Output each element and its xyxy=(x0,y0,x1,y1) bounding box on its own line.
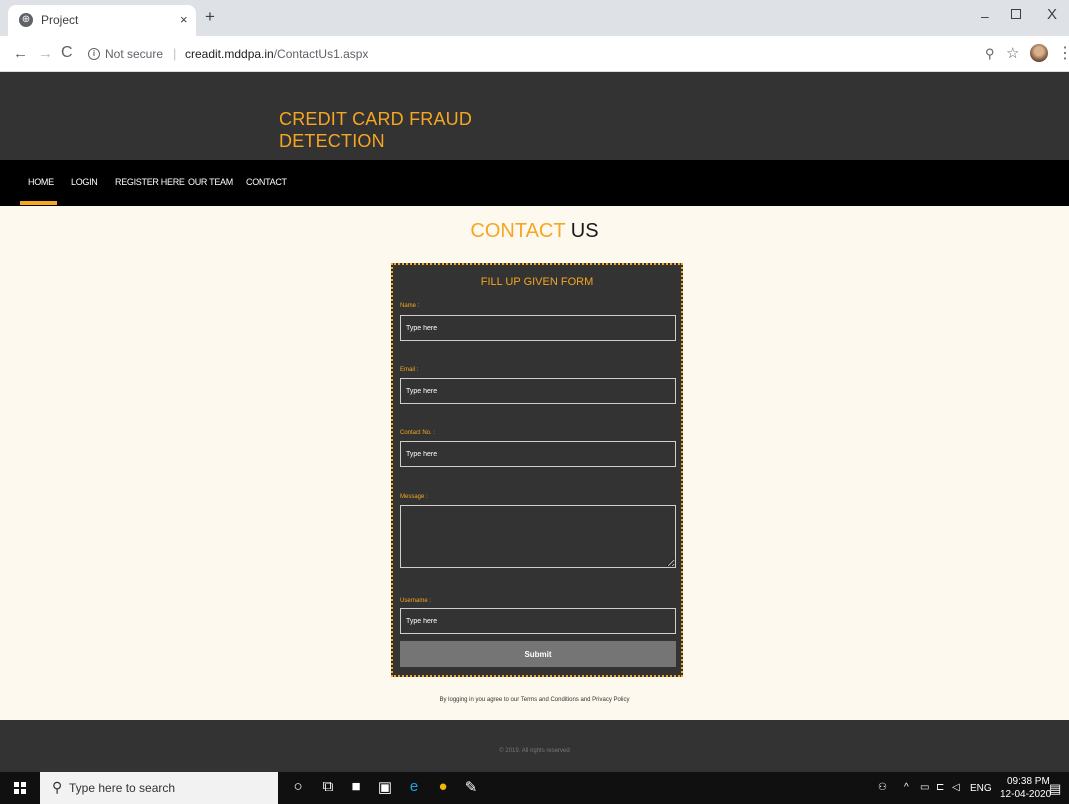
forward-arrow-icon[interactable]: → xyxy=(38,45,53,62)
windows-taskbar: ⚲ Type here to search ○ ⧉ ■ ▣ e ● ✎ ⚇ ^ … xyxy=(0,772,1069,804)
nav-home[interactable]: HOME xyxy=(28,177,54,187)
minimize-window-button[interactable]: – xyxy=(981,8,989,24)
message-field[interactable] xyxy=(400,505,676,568)
browser-address-bar: ← → C i Not secure | creadit.mddpa.in/Co… xyxy=(0,36,1069,72)
url-separator: | xyxy=(173,46,177,61)
new-tab-button[interactable]: + xyxy=(205,8,215,26)
zoom-icon[interactable]: ⚲ xyxy=(985,46,995,62)
clock-time[interactable]: 09:38 PM xyxy=(1007,776,1050,787)
close-tab-icon[interactable]: × xyxy=(180,12,188,27)
form-title: FILL UP GIVEN FORM xyxy=(480,276,594,288)
task-view-icon[interactable]: ⧉ xyxy=(318,778,338,795)
close-window-button[interactable]: X xyxy=(1047,6,1057,23)
browser-tab[interactable]: ⊕ Project × xyxy=(8,5,196,36)
heading-contact: CONTACT xyxy=(470,220,566,242)
windows-start-icon[interactable] xyxy=(14,782,26,794)
profile-avatar[interactable] xyxy=(1030,44,1048,62)
heading-us: US xyxy=(570,220,599,242)
copyright-text: © 2019. All rights reserved xyxy=(499,748,570,754)
active-nav-indicator xyxy=(20,201,57,205)
email-field[interactable] xyxy=(400,378,676,404)
language-indicator[interactable]: ENG xyxy=(970,783,992,794)
edge-browser-icon[interactable]: e xyxy=(404,778,424,795)
name-field[interactable] xyxy=(400,315,676,341)
globe-icon: ⊕ xyxy=(19,13,33,27)
site-header: CREDIT CARD FRAUD DETECTION xyxy=(0,72,1069,160)
taskbar-search-placeholder: Type here to search xyxy=(69,781,176,795)
taskbar-search-box[interactable]: ⚲ Type here to search xyxy=(40,772,278,804)
url-text[interactable]: creadit.mddpa.in/ContactUs1.aspx xyxy=(185,47,368,61)
chrome-browser-icon[interactable]: ● xyxy=(433,778,453,795)
paint-app-icon[interactable]: ✎ xyxy=(461,778,481,796)
url-omnibox[interactable]: i Not secure | creadit.mddpa.in/ContactU… xyxy=(80,41,960,67)
nav-our-team[interactable]: OUR TEAM xyxy=(188,177,233,187)
submit-button[interactable]: Submit xyxy=(400,641,676,667)
username-field[interactable] xyxy=(400,608,676,634)
email-label: Email : xyxy=(400,367,419,373)
volume-icon[interactable]: ◁ xyxy=(952,782,960,793)
restore-window-button[interactable] xyxy=(1011,9,1021,19)
media-player-icon[interactable]: ▣ xyxy=(375,778,395,796)
nav-register-here[interactable]: REGISTER HERE xyxy=(115,177,185,187)
site-title: CREDIT CARD FRAUD DETECTION xyxy=(279,109,473,151)
more-menu-icon[interactable]: ⋮ xyxy=(1057,43,1069,63)
info-icon[interactable]: i xyxy=(88,48,100,60)
notification-icon[interactable]: ▤ xyxy=(1049,781,1061,797)
site-footer: © 2019. All rights reserved xyxy=(0,720,1069,772)
store-icon[interactable]: ■ xyxy=(346,778,366,795)
contact-number-field[interactable] xyxy=(400,441,676,467)
name-label: Name : xyxy=(400,303,420,309)
nav-contact[interactable]: CONTACT xyxy=(246,177,287,187)
clock-date[interactable]: 12-04-2020 xyxy=(1000,789,1051,800)
browser-tab-strip: ⊕ Project × + – X xyxy=(0,0,1069,36)
not-secure-label: Not secure xyxy=(105,47,164,61)
main-navbar: HOME LOGIN REGISTER HERE OUR TEAM CONTAC… xyxy=(0,160,1069,206)
url-path: /ContactUs1.aspx xyxy=(273,47,369,61)
cortana-icon[interactable]: ○ xyxy=(288,778,308,795)
network-icon[interactable]: ⊏ xyxy=(936,782,944,793)
people-icon[interactable]: ⚇ xyxy=(878,782,887,793)
tab-title: Project xyxy=(41,13,79,27)
page-heading: CONTACT US xyxy=(0,220,1069,243)
back-arrow-icon[interactable]: ← xyxy=(13,45,28,62)
bookmark-star-icon[interactable]: ☆ xyxy=(1006,44,1019,62)
contact-form: FILL UP GIVEN FORM Name : Email : Contac… xyxy=(391,263,683,677)
username-label: Username : xyxy=(400,598,432,604)
terms-agreement-text: By logging in you agree to our Terms and… xyxy=(439,697,630,703)
reload-icon[interactable]: C xyxy=(61,44,73,62)
show-hidden-icons-chevron-icon[interactable]: ^ xyxy=(904,782,909,793)
message-label: Message : xyxy=(400,494,428,500)
nav-login[interactable]: LOGIN xyxy=(71,177,98,187)
search-icon: ⚲ xyxy=(52,779,63,795)
contact-number-label: Contact No. : xyxy=(400,430,436,436)
battery-icon[interactable]: ▭ xyxy=(920,782,929,793)
url-host: creadit.mddpa.in xyxy=(185,47,274,61)
